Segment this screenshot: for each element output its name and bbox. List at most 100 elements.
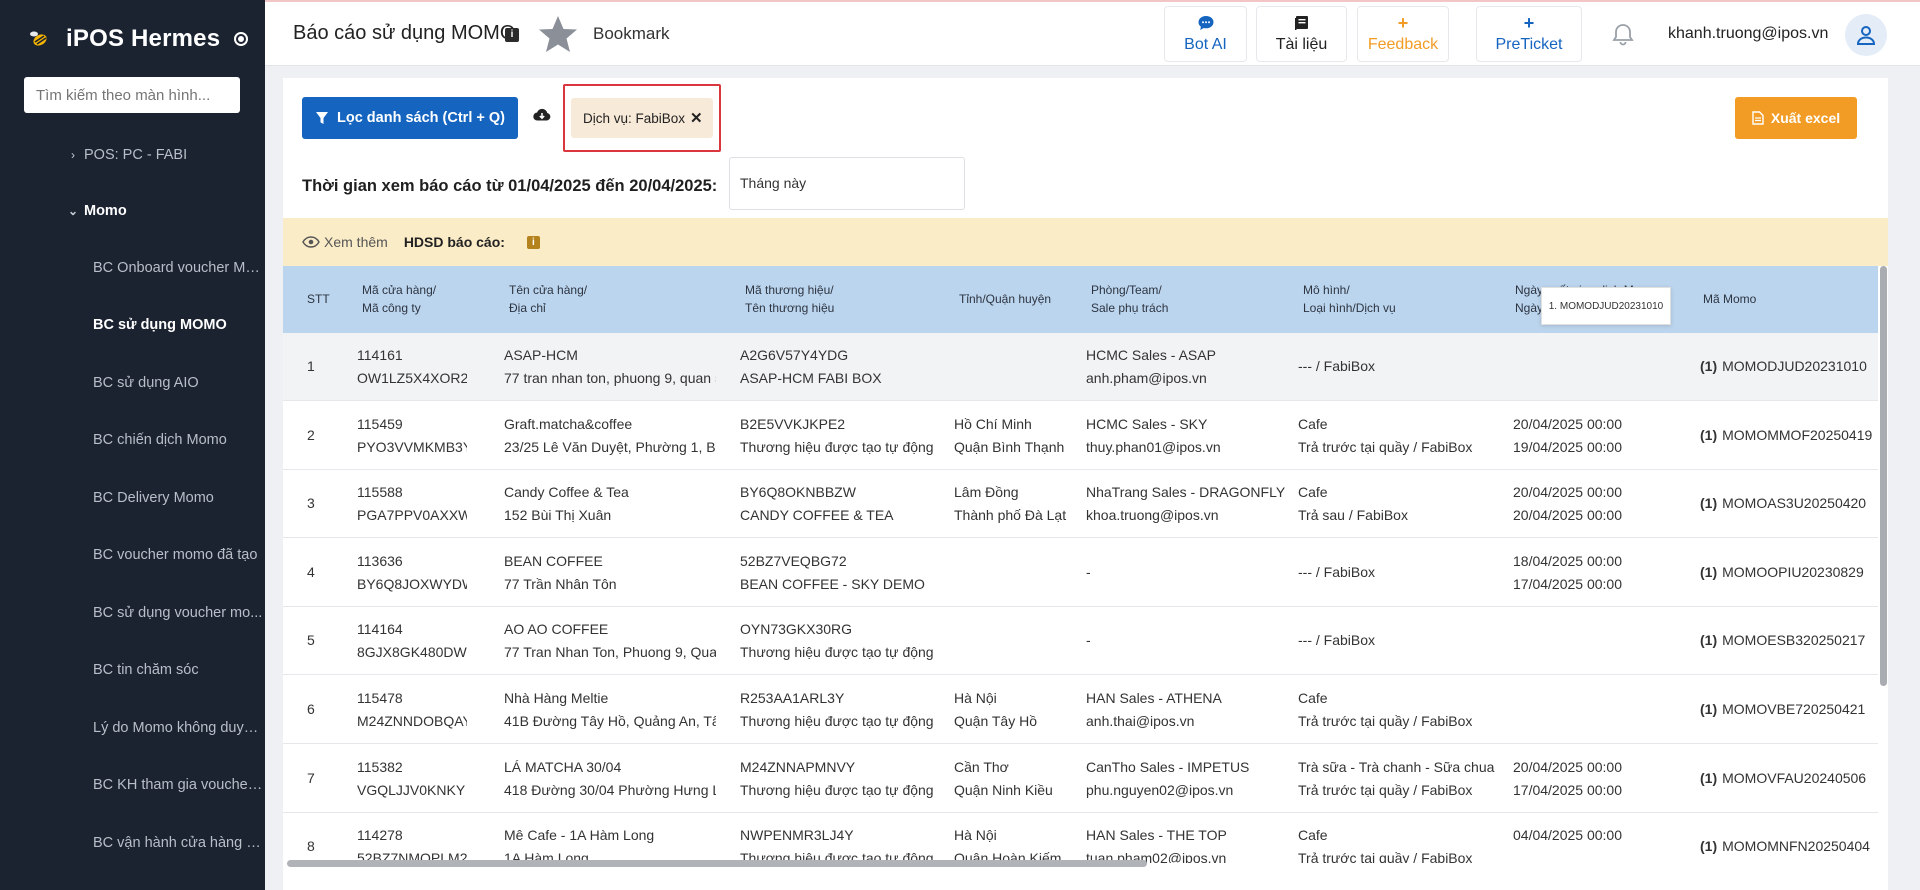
user-email[interactable]: khanh.truong@ipos.vn xyxy=(1668,25,1828,43)
docs-label: Tài liệu xyxy=(1275,36,1328,53)
cell-store-code-line: PYO3VVMKMB3Y xyxy=(357,438,467,455)
cell-dates-line: 18/04/2025 00:00 xyxy=(1513,552,1622,569)
sidebar-item-bc-onboard[interactable]: BC Onboard voucher Mo... xyxy=(0,253,265,283)
sidebar-item-bc-kh-voucher[interactable]: BC KH tham gia voucher ... xyxy=(0,770,265,800)
cell-stt: 1 xyxy=(307,355,315,378)
date-range-label: Thời gian xem báo cáo từ 01/04/2025 đến … xyxy=(302,177,718,195)
cell-store-name-line: 77 tran nhan ton, phuong 9, quan 5 xyxy=(504,370,716,386)
service-filter-chip[interactable]: Dịch vụ: FabiBox ✕ xyxy=(571,98,713,138)
cell-store-name-line: 77 Trần Nhân Tôn xyxy=(504,575,617,592)
sidebar-search-input[interactable] xyxy=(24,77,240,113)
cell-brand-line: R253AA1ARL3Y xyxy=(740,690,845,706)
cell-store-code-line: 114278 xyxy=(357,827,403,844)
table-row[interactable]: 2 115459 PYO3VVMKMB3Y Graft.matcha&coffee 23… xyxy=(283,401,1878,470)
user-icon xyxy=(1856,26,1876,45)
cell-store-code: 114164 8GJX8GK480DW xyxy=(357,618,467,664)
momo-index: (1) xyxy=(1700,838,1718,855)
col-label: Tên thương hiệu xyxy=(745,301,835,315)
cloud-download-icon[interactable] xyxy=(532,105,552,125)
cell-brand-line: BEAN COFFEE - SKY DEMO xyxy=(740,575,925,592)
cell-model-line: Cafe xyxy=(1298,415,1328,432)
info-icon[interactable]: i xyxy=(526,235,540,249)
sidebar-item-bc-aio[interactable]: BC sử dụng AIO xyxy=(0,368,265,398)
cell-stt: 2 xyxy=(307,424,315,447)
cell-dates: 20/04/2025 00:00 20/04/2025 00:00 xyxy=(1513,481,1658,527)
bookmark-label[interactable]: Bookmark xyxy=(593,24,670,44)
cell-province-line: Quận Tây Hồ xyxy=(954,713,1038,729)
table-row[interactable]: 3 115588 PGA7PPV0AXXW Candy Coffee & Tea 152… xyxy=(283,470,1878,539)
scroll-thumb[interactable] xyxy=(287,860,1147,867)
sidebar-item-bc-van-hanh[interactable]: BC vận hành cửa hàng o... xyxy=(0,828,265,858)
momo-code: MOMOVFAU20240506 xyxy=(1722,769,1867,786)
cell-team: HCMC Sales - ASAP anh.pham@ipos.vn xyxy=(1086,344,1294,390)
info-icon[interactable]: i xyxy=(505,28,519,42)
cell-model: Cafe Trả sau / FabiBox xyxy=(1298,481,1503,527)
see-more-link[interactable]: Xem thêm xyxy=(324,234,388,250)
sidebar-item-label: Lý do Momo không duyệt... xyxy=(93,720,263,736)
table-row[interactable]: 6 115478 M24ZNNDOBQAY Nhà Hàng Meltie 41B Đư… xyxy=(283,676,1878,744)
table-row[interactable]: 5 114164 8GJX8GK480DW AO AO COFFEE 77 Tran N… xyxy=(283,607,1878,676)
chevron-right-icon: › xyxy=(71,148,75,162)
cell-province-line: Hà Nội xyxy=(954,690,997,706)
table-row[interactable]: 1 114161 OW1LZ5X4XOR2 ASAP-HCM 77 tran nhan … xyxy=(283,333,1878,401)
cell-province: Lâm Đồng Thành phố Đà Lạt xyxy=(954,481,1069,527)
momo-index: (1) xyxy=(1700,495,1718,512)
sidebar-item-bc-chien-dich[interactable]: BC chiến dịch Momo xyxy=(0,425,265,455)
scroll-thumb[interactable] xyxy=(1880,266,1887,686)
cell-store-name-line: BEAN COFFEE xyxy=(504,552,603,569)
table-row[interactable]: 4 113636 BY6Q8JOXWYDW BEAN COFFEE 77 Trần Nh… xyxy=(283,538,1878,607)
book-icon xyxy=(1294,16,1308,30)
momo-code: MOMODJUD20231010 xyxy=(1722,358,1867,374)
cell-team: - xyxy=(1086,561,1294,584)
cell-team: CanTho Sales - IMPETUS phu.nguyen02@ipos.… xyxy=(1086,756,1294,802)
filter-button[interactable]: Lọc danh sách (Ctrl + Q) xyxy=(302,97,518,139)
cell-store-code: 115459 PYO3VVMKMB3Y xyxy=(357,413,467,459)
sidebar-item-ly-do[interactable]: Lý do Momo không duyệt... xyxy=(0,713,265,743)
cell-model-line: Trà sữa - Trà chanh - Sữa chua xyxy=(1298,758,1495,775)
preticket-button[interactable]: + PreTicket xyxy=(1476,6,1582,62)
cell-dates: 04/04/2025 00:00 xyxy=(1513,824,1658,847)
cell-model-line: --- / FabiBox xyxy=(1298,632,1376,649)
cell-stt-line: 5 xyxy=(307,632,315,649)
sidebar-item-bc-su-dung-voucher[interactable]: BC sử dụng voucher mo... xyxy=(0,598,265,628)
col-label: Tên cửa hàng/ xyxy=(509,283,588,297)
col-brand: Mã thương hiệu/Tên thương hiệu xyxy=(745,281,834,317)
table-row[interactable]: 8 114278 52BZ7NMOPLM2 Mê Cafe - 1A Hàm Long… xyxy=(283,813,1878,863)
export-excel-button[interactable]: Xuất excel xyxy=(1735,97,1857,139)
star-icon[interactable] xyxy=(537,14,579,56)
bell-icon[interactable] xyxy=(1608,20,1638,50)
cell-model: --- / FabiBox xyxy=(1298,629,1503,652)
col-province: Tỉnh/Quận huyện xyxy=(959,292,1052,306)
sidebar-item-bc-tin-cham-soc[interactable]: BC tin chăm sóc xyxy=(0,655,265,685)
cell-brand: B2E5VVKJKPE2 Thương hiệu được tạo tự động xyxy=(740,413,945,459)
horizontal-scrollbar[interactable] xyxy=(287,858,1877,868)
cell-momo-code: (1) MOMOESB320250217 xyxy=(1700,629,1878,652)
brand[interactable]: iPOS Hermes xyxy=(0,0,265,78)
target-icon[interactable] xyxy=(234,32,249,46)
sidebar-item-bc-delivery[interactable]: BC Delivery Momo xyxy=(0,483,265,513)
avatar[interactable] xyxy=(1845,14,1887,56)
sidebar-item-bc-voucher-da-tao[interactable]: BC voucher momo đã tạo xyxy=(0,540,265,570)
table-row[interactable]: 7 115382 VGQLJJV0KNKY LÁ MATCHA 30/04 418 Đư… xyxy=(283,744,1878,813)
vertical-scrollbar[interactable] xyxy=(1878,266,1888,866)
feedback-button[interactable]: + Feedback xyxy=(1357,6,1449,62)
cell-stt-line: 2 xyxy=(307,426,315,443)
cell-team-line: khoa.truong@ipos.vn xyxy=(1086,507,1219,524)
sidebar-group-momo[interactable]: ⌄ Momo xyxy=(0,196,265,226)
cell-stt-line: 3 xyxy=(307,495,315,512)
cell-model-line: Cafe xyxy=(1298,827,1328,844)
bot-ai-button[interactable]: Bot AI xyxy=(1164,6,1247,62)
col-store-code: Mã cửa hàng/Mã công ty xyxy=(362,281,436,317)
sidebar-group-pos[interactable]: › POS: PC - FABI xyxy=(0,140,265,170)
cell-brand-line: ASAP-HCM FABI BOX xyxy=(740,370,882,386)
close-icon[interactable]: ✕ xyxy=(690,109,703,127)
cell-team-line: HCMC Sales - ASAP xyxy=(1086,347,1216,363)
cell-stt-line: 1 xyxy=(307,358,315,374)
sidebar-item-bc-su-dung-momo[interactable]: BC sử dụng MOMO xyxy=(0,310,265,340)
cell-model: --- / FabiBox xyxy=(1298,561,1503,584)
docs-button[interactable]: Tài liệu xyxy=(1256,6,1347,62)
cell-model-line: Cafe xyxy=(1298,690,1328,706)
date-range-select[interactable]: Tháng này xyxy=(729,157,965,210)
cell-store-code-line: 8GJX8GK480DW xyxy=(357,644,467,661)
filter-icon xyxy=(316,112,328,124)
